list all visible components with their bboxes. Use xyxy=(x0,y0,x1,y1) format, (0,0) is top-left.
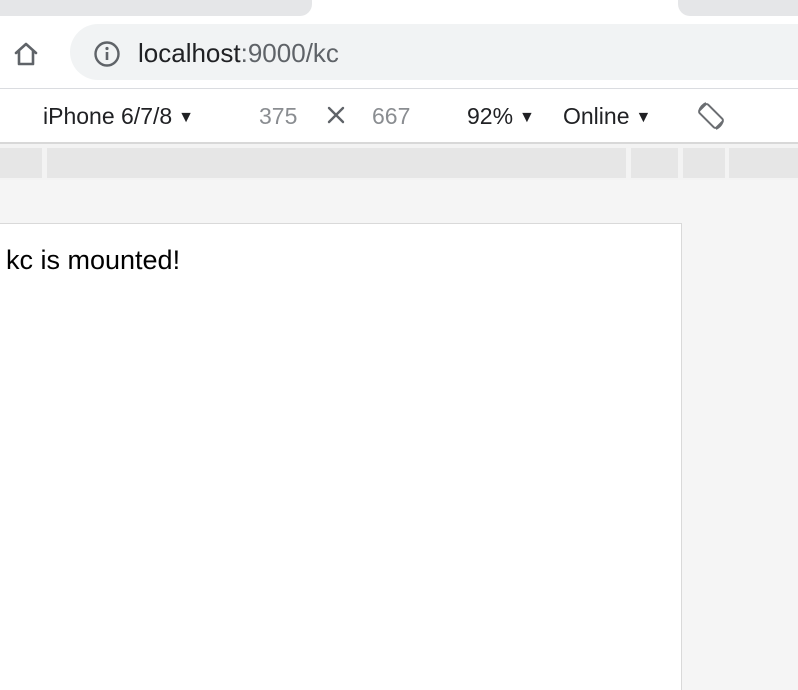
network-label: Online xyxy=(563,103,630,129)
network-throttle-select[interactable]: Online ▼ xyxy=(563,101,651,135)
rotate-icon[interactable] xyxy=(694,99,728,133)
page-message: kc is mounted! xyxy=(6,245,181,275)
device-label: iPhone 6/7/8 xyxy=(43,103,173,129)
zoom-select[interactable]: 92% ▼ xyxy=(467,101,535,135)
media-query-segment[interactable] xyxy=(47,148,626,178)
media-query-segment[interactable] xyxy=(631,148,678,178)
url-path: :9000/kc xyxy=(240,38,339,68)
media-query-segment[interactable] xyxy=(729,148,798,178)
zoom-label: 92% xyxy=(467,103,514,129)
inactive-tab-right[interactable] xyxy=(678,0,798,16)
media-query-segment[interactable] xyxy=(0,148,42,178)
device-toolbar: iPhone 6/7/8 ▼ 375 667 92% ▼ Online ▼ xyxy=(0,89,798,142)
tab-strip xyxy=(0,0,798,24)
chevron-down-icon: ▼ xyxy=(178,109,195,126)
device-select[interactable]: iPhone 6/7/8 ▼ xyxy=(43,101,194,135)
width-input[interactable]: 375 xyxy=(259,101,297,131)
url-text[interactable]: localhost:9000/kc xyxy=(138,36,339,70)
url-host: localhost xyxy=(138,38,241,68)
device-viewport[interactable]: kc is mounted! xyxy=(0,223,682,690)
chevron-down-icon: ▼ xyxy=(519,109,535,126)
browser-toolbar: localhost:9000/kc xyxy=(0,24,798,88)
home-icon xyxy=(14,42,38,66)
inactive-tab-left[interactable] xyxy=(0,0,312,16)
home-button[interactable] xyxy=(10,38,42,70)
site-info-button[interactable] xyxy=(92,39,122,69)
info-icon xyxy=(94,41,120,67)
media-query-bar xyxy=(0,144,798,180)
height-input[interactable]: 667 xyxy=(372,101,410,131)
media-query-segment[interactable] xyxy=(683,148,725,178)
dimension-separator-icon xyxy=(327,106,345,124)
chevron-down-icon: ▼ xyxy=(635,109,652,126)
